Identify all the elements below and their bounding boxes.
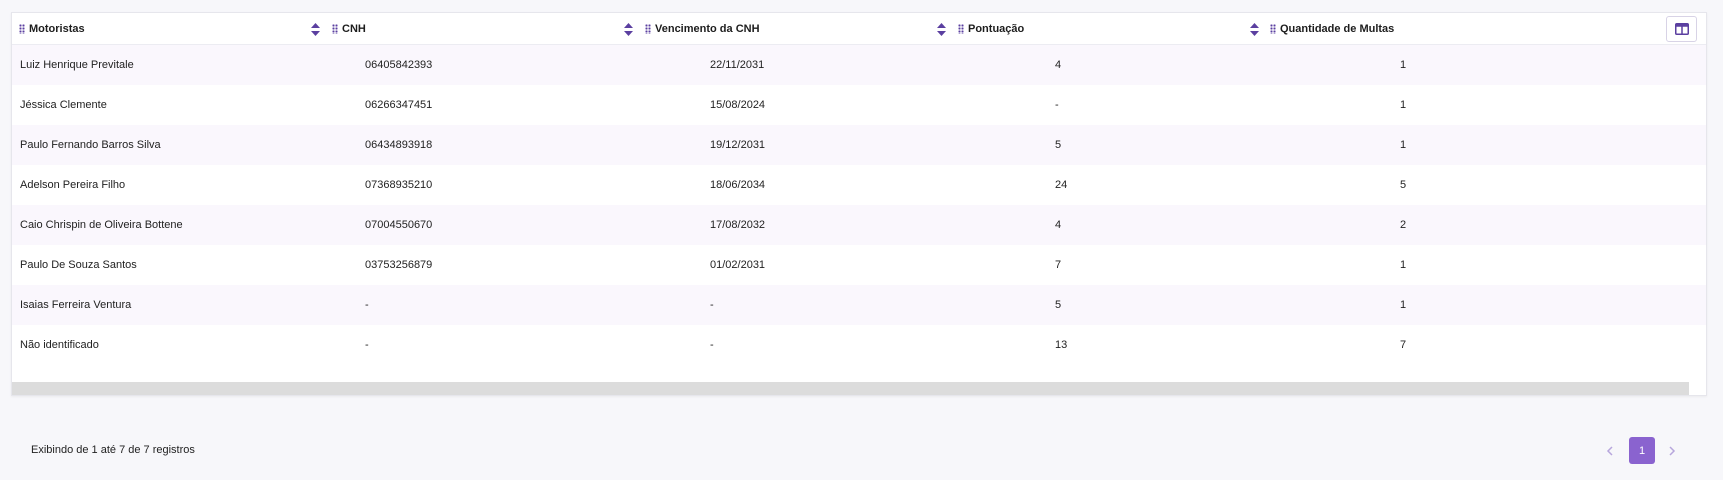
cell-cnh: 07368935210	[365, 179, 433, 191]
cell-motorista: Luiz Henrique Previtale	[20, 59, 134, 71]
cell-vencimento: -	[710, 299, 714, 311]
table-row[interactable]: Luiz Henrique Previtale 06405842393 22/1…	[12, 45, 1706, 85]
cell-cnh: -	[365, 339, 369, 351]
cell-pontuacao: 24	[1055, 179, 1068, 191]
header-label: Pontuação	[968, 23, 1025, 35]
drag-handle-icon[interactable]	[19, 24, 25, 34]
cell-motorista: Não identificado	[20, 339, 99, 351]
cell-pontuacao: 7	[1055, 259, 1062, 271]
prev-page-button[interactable]	[1600, 437, 1620, 464]
header-vencimento[interactable]: Vencimento da CNH	[645, 13, 760, 45]
cell-cnh: -	[365, 299, 369, 311]
cell-multas: 5	[1400, 179, 1407, 191]
header-label: CNH	[342, 23, 366, 35]
cell-multas: 1	[1400, 59, 1407, 71]
cell-vencimento: -	[710, 339, 714, 351]
table-row[interactable]: Paulo Fernando Barros Silva 06434893918 …	[12, 125, 1706, 165]
cell-vencimento: 15/08/2024	[710, 99, 766, 111]
cell-multas: 2	[1400, 219, 1407, 231]
table-row[interactable]: Adelson Pereira Filho 07368935210 18/06/…	[12, 165, 1706, 205]
cell-cnh: 06434893918	[365, 139, 433, 151]
cell-motorista: Jéssica Clemente	[20, 99, 107, 111]
drag-handle-icon[interactable]	[332, 24, 338, 34]
cell-multas: 7	[1400, 339, 1407, 351]
chevron-left-icon	[1606, 445, 1613, 456]
cell-vencimento: 01/02/2031	[710, 259, 766, 271]
cell-vencimento: 19/12/2031	[710, 139, 766, 151]
cell-motorista: Adelson Pereira Filho	[20, 179, 126, 191]
cell-multas: 1	[1400, 259, 1407, 271]
sort-icon[interactable]	[311, 23, 320, 36]
cell-pontuacao: 5	[1055, 299, 1062, 311]
header-label: Vencimento da CNH	[655, 23, 760, 35]
header-motoristas[interactable]: Motoristas	[19, 13, 85, 45]
cell-pontuacao: 13	[1055, 339, 1068, 351]
cell-multas: 1	[1400, 299, 1407, 311]
table-header: Motoristas CNH Vencimento da CNH Pontuaç…	[12, 13, 1706, 45]
cell-multas: 1	[1400, 99, 1407, 111]
cell-cnh: 03753256879	[365, 259, 433, 271]
drag-handle-icon[interactable]	[958, 24, 964, 34]
cell-pontuacao: 5	[1055, 139, 1062, 151]
columns-icon	[1674, 23, 1689, 35]
cell-motorista: Caio Chrispin de Oliveira Bottene	[20, 219, 183, 231]
records-summary: Exibindo de 1 até 7 de 7 registros	[31, 444, 195, 456]
drag-handle-icon[interactable]	[645, 24, 651, 34]
next-page-button[interactable]	[1662, 437, 1682, 464]
drag-handle-icon[interactable]	[1270, 24, 1276, 34]
table-row[interactable]: Caio Chrispin de Oliveira Bottene 070045…	[12, 205, 1706, 245]
cell-vencimento: 18/06/2034	[710, 179, 766, 191]
cell-motorista: Paulo Fernando Barros Silva	[20, 139, 161, 151]
sort-icon[interactable]	[937, 23, 946, 36]
cell-motorista: Paulo De Souza Santos	[20, 259, 137, 271]
header-label: Quantidade de Multas	[1280, 23, 1395, 35]
header-pontuacao[interactable]: Pontuação	[958, 13, 1024, 45]
chevron-right-icon	[1669, 445, 1676, 456]
cell-motorista: Isaias Ferreira Ventura	[20, 299, 132, 311]
cell-vencimento: 17/08/2032	[710, 219, 766, 231]
header-label: Motoristas	[29, 23, 85, 35]
cell-cnh: 07004550670	[365, 219, 433, 231]
page-1-button[interactable]: 1	[1629, 437, 1655, 464]
cell-cnh: 06405842393	[365, 59, 433, 71]
header-multas[interactable]: Quantidade de Multas	[1270, 13, 1394, 45]
cell-cnh: 06266347451	[365, 99, 433, 111]
table-row[interactable]: Paulo De Souza Santos 03753256879 01/02/…	[12, 245, 1706, 285]
sort-icon[interactable]	[1250, 23, 1259, 36]
cell-vencimento: 22/11/2031	[710, 59, 765, 71]
cell-pontuacao: -	[1055, 99, 1059, 111]
table-row[interactable]: Isaias Ferreira Ventura - - 5 1	[12, 285, 1706, 325]
data-table-card: Motoristas CNH Vencimento da CNH Pontuaç…	[11, 12, 1707, 396]
header-cnh[interactable]: CNH	[332, 13, 366, 45]
horizontal-scrollbar[interactable]	[12, 382, 1689, 395]
column-toggle-button[interactable]	[1666, 16, 1697, 42]
table-row[interactable]: Jéssica Clemente 06266347451 15/08/2024 …	[12, 85, 1706, 125]
sort-icon[interactable]	[624, 23, 633, 36]
cell-pontuacao: 4	[1055, 219, 1062, 231]
cell-pontuacao: 4	[1055, 59, 1062, 71]
table-row[interactable]: Não identificado - - 13 7	[12, 325, 1706, 365]
cell-multas: 1	[1400, 139, 1407, 151]
